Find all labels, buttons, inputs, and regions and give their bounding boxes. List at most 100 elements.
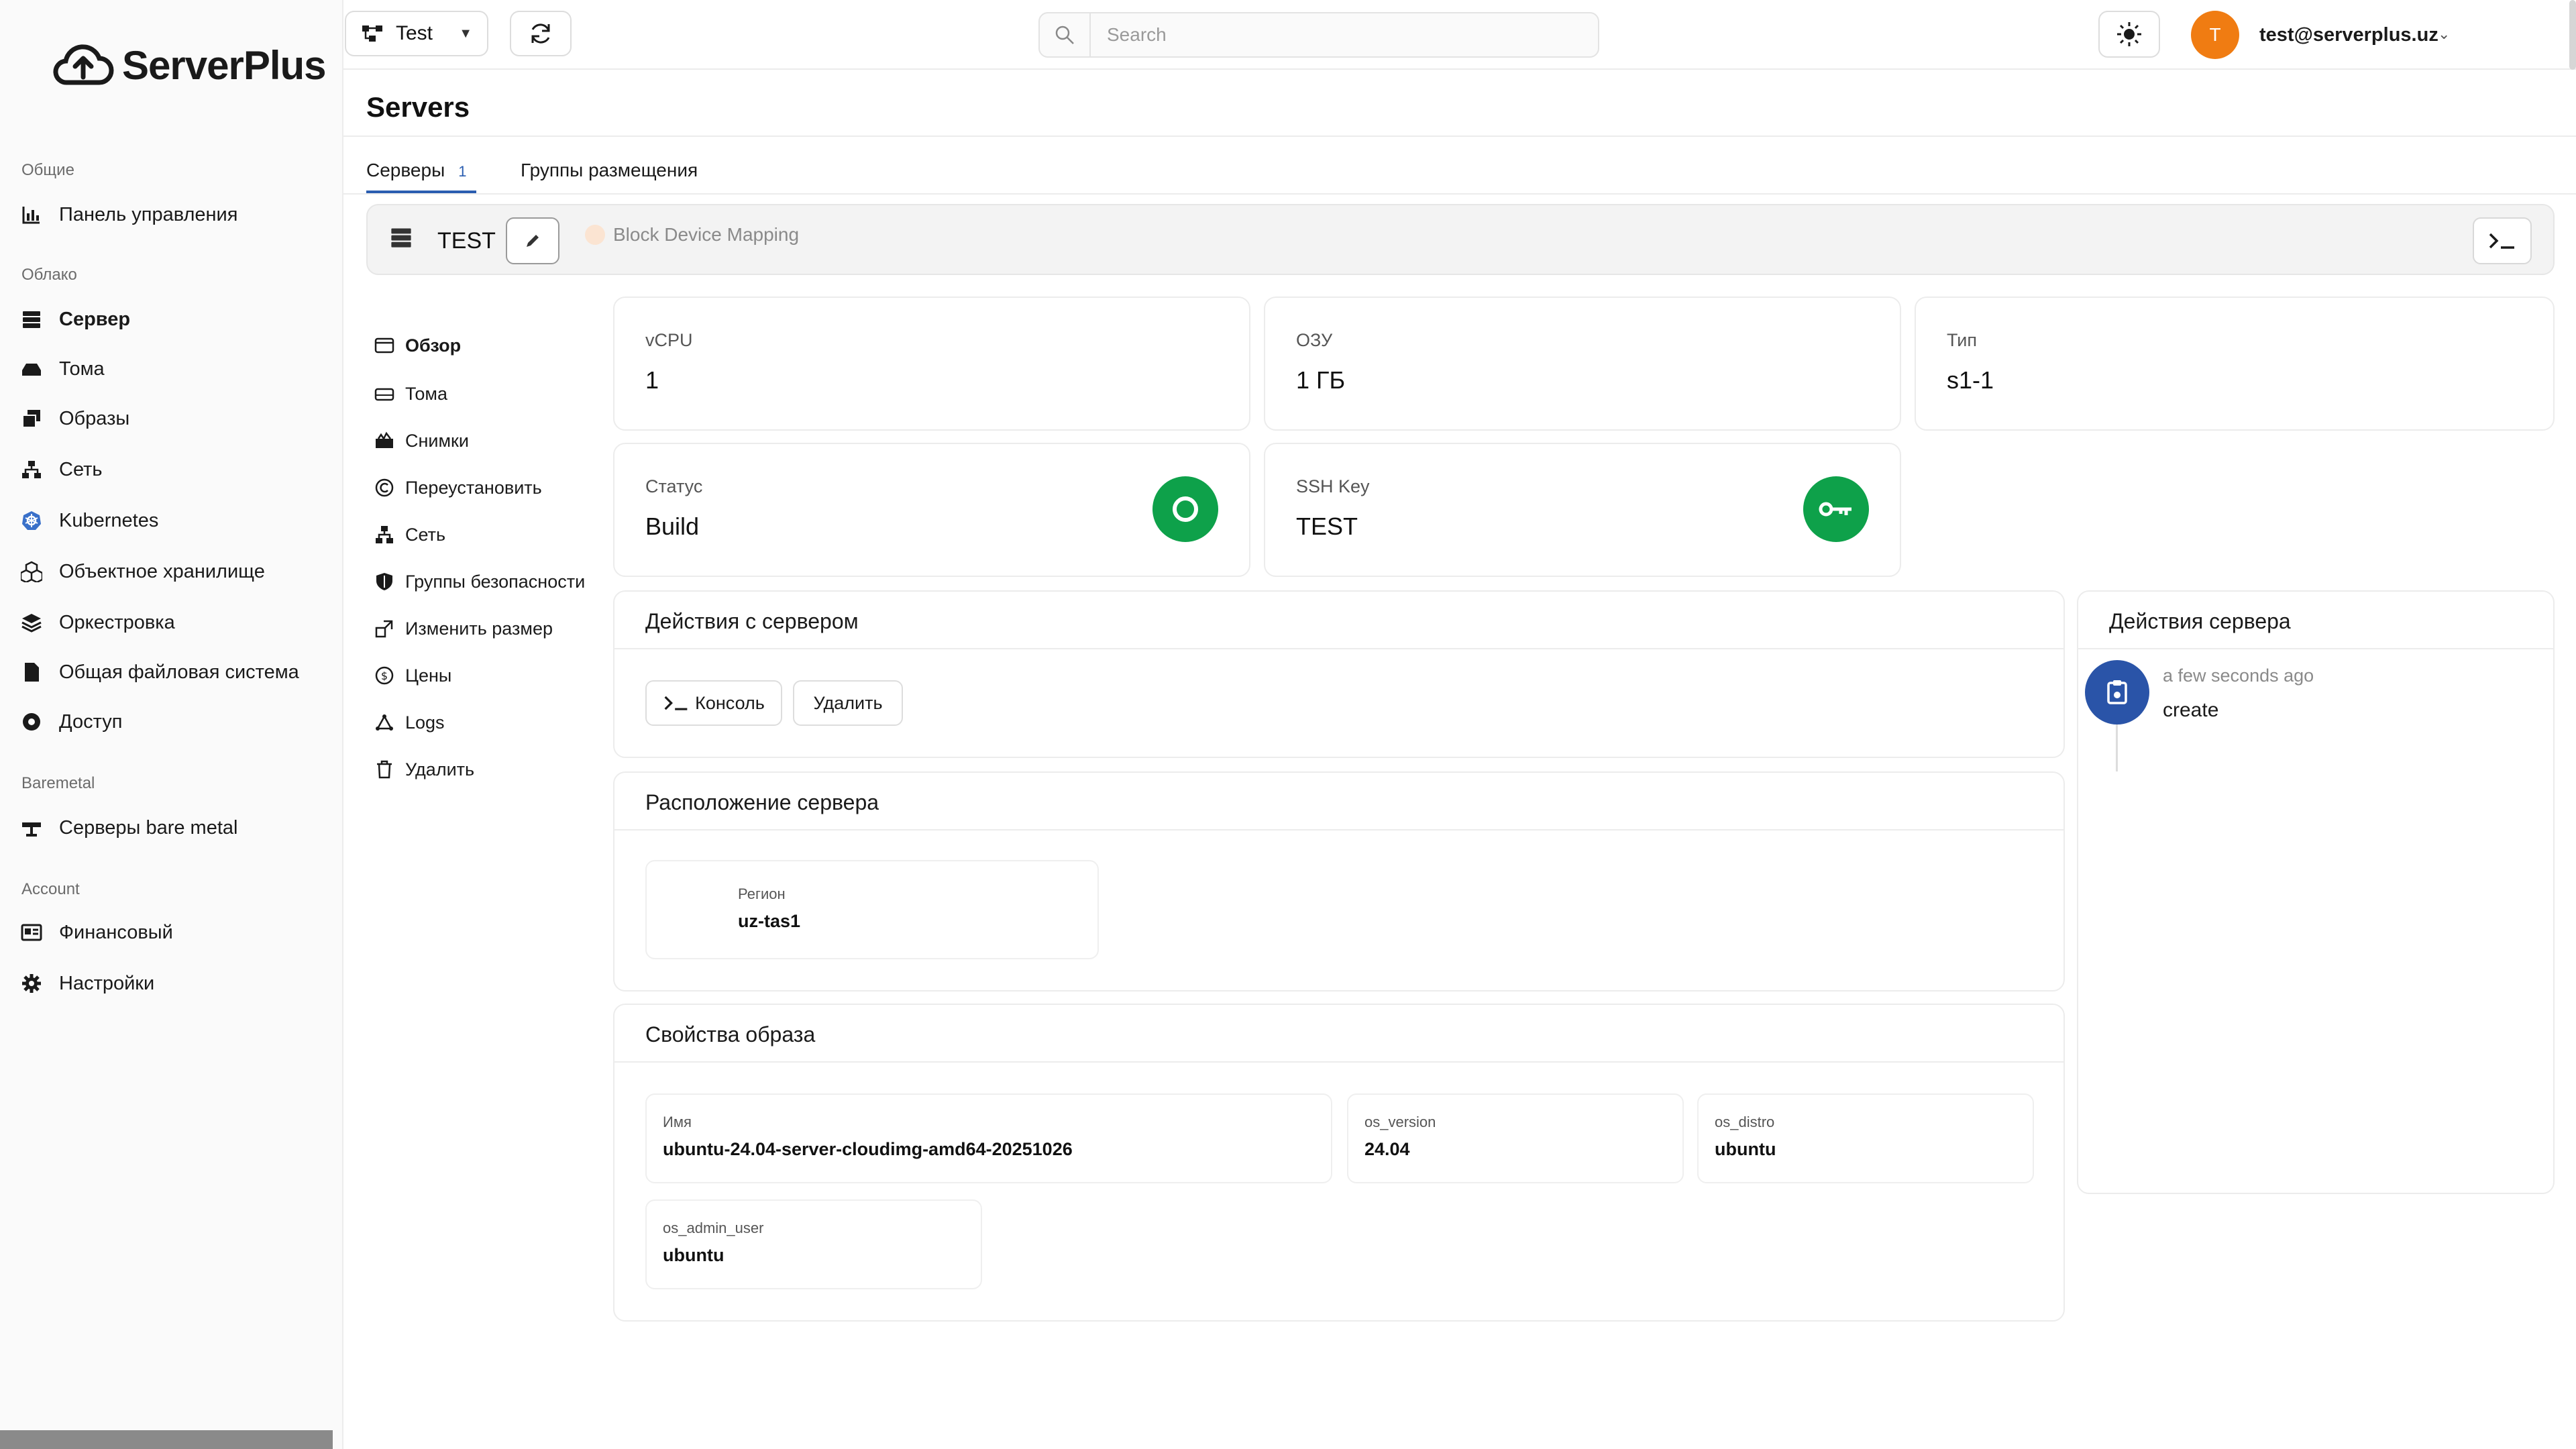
sidebar-item-network[interactable]: Сеть bbox=[20, 449, 103, 490]
image-properties-panel: Свойства образа Имя ubuntu-24.04-server-… bbox=[613, 1004, 2065, 1322]
submenu-volumes[interactable]: Тома bbox=[374, 377, 447, 411]
trash-icon bbox=[377, 760, 392, 779]
network-icon bbox=[20, 458, 43, 481]
console-button[interactable]: Консоль bbox=[645, 680, 782, 726]
sidebar-item-volumes[interactable]: Тома bbox=[20, 349, 105, 389]
pencil-icon bbox=[527, 235, 539, 247]
sidebar-item-images[interactable]: Образы bbox=[20, 398, 129, 439]
sidebar-item-shared-fs[interactable]: Общая файловая система bbox=[20, 652, 299, 692]
sidebar-item-dashboard[interactable]: Панель управления bbox=[20, 195, 237, 235]
block-device-mapping[interactable]: Block Device Mapping bbox=[585, 224, 799, 246]
topbar: Test ▼ T test@serverplus.uz ⌄ bbox=[343, 0, 2576, 70]
reinstall-icon bbox=[375, 478, 394, 497]
server-icon bbox=[20, 308, 43, 331]
brand-logo[interactable]: ServerPlus bbox=[52, 35, 327, 95]
project-name: Test bbox=[396, 22, 433, 44]
submenu-label: Цены bbox=[405, 665, 452, 686]
clipboard-icon bbox=[2085, 660, 2149, 724]
sidebar-item-label: Объектное хранилище bbox=[59, 560, 265, 582]
divider bbox=[343, 193, 2576, 195]
sidebar-item-label: Доступ bbox=[59, 710, 123, 733]
sidebar-item-label: Финансовый bbox=[59, 921, 173, 943]
user-email[interactable]: test@serverplus.uz bbox=[2259, 24, 2438, 46]
vertical-scrollbar[interactable] bbox=[2569, 0, 2576, 70]
search-icon bbox=[1040, 13, 1091, 56]
sidebar-item-settings[interactable]: Настройки bbox=[20, 963, 154, 1004]
submenu-label: Logs bbox=[405, 712, 445, 733]
theme-toggle-button[interactable] bbox=[2098, 11, 2160, 58]
sidebar-item-baremetal[interactable]: Серверы bare metal bbox=[20, 808, 237, 848]
delete-button[interactable]: Удалить bbox=[793, 680, 903, 726]
sidebar-item-label: Тома bbox=[59, 358, 105, 380]
panel-title: Свойства образа bbox=[645, 1022, 816, 1046]
submenu-prices[interactable]: $ Цены bbox=[374, 659, 451, 692]
type-label: Тип bbox=[1947, 330, 1978, 350]
chevron-down-icon[interactable]: ⌄ bbox=[2438, 25, 2450, 43]
panel-title: Действия с сервером bbox=[645, 609, 859, 633]
search-box[interactable] bbox=[1038, 12, 1599, 58]
page-title: Servers bbox=[366, 91, 470, 123]
nav-group-general: Общие bbox=[21, 161, 74, 179]
submenu-logs[interactable]: Logs bbox=[374, 706, 445, 739]
edit-server-name-button[interactable] bbox=[506, 217, 559, 264]
submenu-snapshots[interactable]: Снимки bbox=[374, 424, 469, 458]
vcpu-card: vCPU 1 bbox=[613, 297, 1250, 431]
sidebar: ServerPlus Общие Панель управления Облак… bbox=[0, 0, 343, 1449]
submenu-label: Переустановить bbox=[405, 477, 542, 498]
refresh-icon bbox=[531, 23, 550, 44]
sidebar-item-kubernetes[interactable]: Kubernetes bbox=[20, 500, 158, 541]
os-version-label: os_version bbox=[1364, 1114, 1436, 1130]
delete-label: Удалить bbox=[813, 692, 883, 713]
tab-servers[interactable]: Серверы 1 bbox=[366, 160, 466, 181]
console-label: Консоль bbox=[695, 692, 765, 713]
submenu-overview[interactable]: Обзор bbox=[374, 329, 461, 362]
image-name-box: Имя ubuntu-24.04-server-cloudimg-amd64-2… bbox=[645, 1093, 1332, 1183]
submenu-label: Снимки bbox=[405, 430, 469, 451]
open-console-button[interactable] bbox=[2473, 217, 2532, 264]
submenu-reinstall[interactable]: Переустановить bbox=[374, 471, 542, 504]
refresh-button[interactable] bbox=[510, 11, 572, 56]
tab-placement-groups[interactable]: Группы размещения bbox=[521, 160, 698, 181]
project-select[interactable]: Test ▼ bbox=[345, 11, 488, 56]
event-action: create bbox=[2163, 699, 2219, 721]
type-value: s1-1 bbox=[1947, 366, 1994, 394]
server-history-panel: Действия сервера a few seconds ago creat… bbox=[2077, 590, 2555, 1194]
images-icon bbox=[20, 407, 43, 430]
os-admin-user-box: os_admin_user ubuntu bbox=[645, 1199, 982, 1289]
nav-group-account: Account bbox=[21, 880, 80, 898]
status-ring-icon bbox=[1152, 476, 1218, 542]
project-tree-icon bbox=[362, 25, 382, 42]
submenu-network[interactable]: Сеть bbox=[374, 518, 445, 551]
sidebar-item-orchestration[interactable]: Оркестровка bbox=[20, 602, 175, 643]
divider bbox=[614, 829, 2063, 830]
server-location-panel: Расположение сервера Регион uz-tas1 bbox=[613, 771, 2065, 991]
tab-count: 1 bbox=[458, 163, 467, 180]
region-value: uz-tas1 bbox=[738, 911, 801, 931]
ram-value: 1 ГБ bbox=[1296, 366, 1346, 394]
submenu-label: Сеть bbox=[405, 524, 446, 545]
type-card: Тип s1-1 bbox=[1915, 297, 2555, 431]
horizontal-scrollbar[interactable] bbox=[0, 1430, 333, 1449]
submenu-resize[interactable]: Изменить размер bbox=[374, 612, 553, 645]
submenu-label: Группы безопасности bbox=[405, 571, 586, 592]
submenu-security-groups[interactable]: Группы безопасности bbox=[374, 565, 585, 598]
os-distro-value: ubuntu bbox=[1715, 1139, 1776, 1159]
os-admin-user-value: ubuntu bbox=[663, 1245, 724, 1265]
layers-icon bbox=[20, 611, 43, 634]
sun-icon bbox=[2117, 22, 2141, 46]
submenu-label: Удалить bbox=[405, 759, 475, 780]
sidebar-item-server[interactable]: Сервер bbox=[20, 299, 130, 339]
divider bbox=[614, 1061, 2063, 1063]
shield-icon bbox=[376, 573, 392, 590]
avatar[interactable]: T bbox=[2191, 11, 2239, 59]
resize-icon bbox=[375, 620, 393, 638]
divider bbox=[614, 648, 2063, 649]
sidebar-item-access[interactable]: Доступ bbox=[20, 702, 122, 742]
sidebar-item-object-storage[interactable]: Объектное хранилище bbox=[20, 551, 265, 592]
boxes-icon bbox=[20, 560, 43, 583]
search-input[interactable] bbox=[1091, 24, 1560, 46]
vcpu-label: vCPU bbox=[645, 330, 693, 350]
submenu-delete[interactable]: Удалить bbox=[374, 753, 474, 786]
sidebar-item-billing[interactable]: Финансовый bbox=[20, 912, 173, 953]
submenu-label: Обзор bbox=[405, 335, 462, 356]
